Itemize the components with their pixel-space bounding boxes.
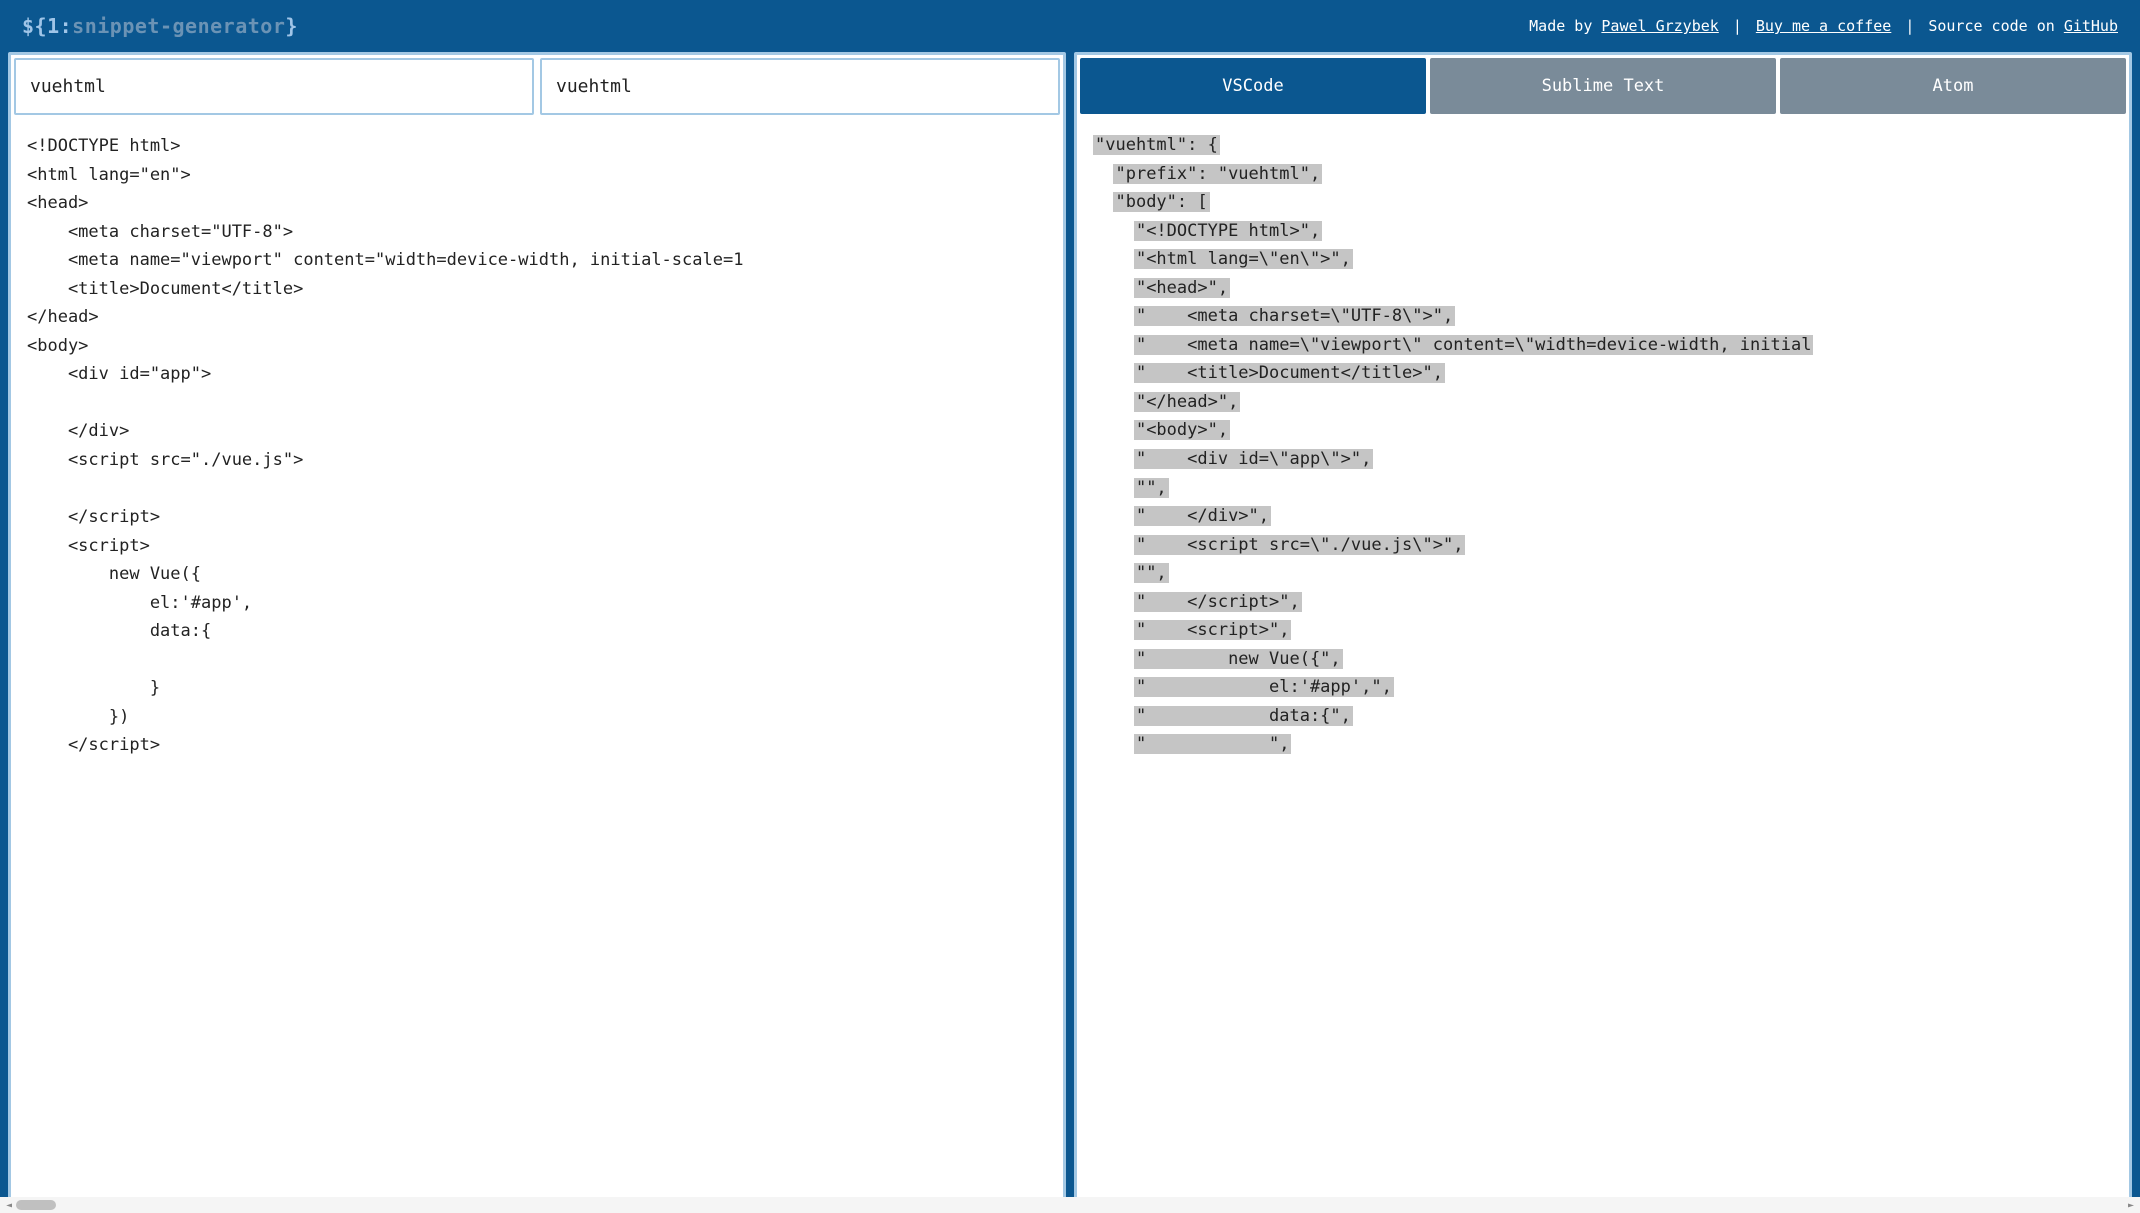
- output-token: "vuehtml": {: [1093, 135, 1220, 155]
- output-token: "prefix": "vuehtml",: [1113, 164, 1322, 184]
- output-token: " el:'#app',",: [1134, 677, 1394, 697]
- main-container: VSCode Sublime Text Atom "vuehtml": { "p…: [0, 52, 2140, 1213]
- logo-main: snippet-generator: [72, 14, 285, 38]
- output-token: " </script>",: [1134, 592, 1302, 612]
- output-token: " <title>Document</title>",: [1134, 363, 1445, 383]
- logo-prefix: ${1:: [22, 14, 72, 38]
- output-token: "<body>",: [1134, 420, 1230, 440]
- output-code[interactable]: "vuehtml": { "prefix": "vuehtml", "body"…: [1077, 117, 2129, 1202]
- input-panel: [8, 52, 1066, 1205]
- output-token: " </div>",: [1134, 506, 1271, 526]
- logo-suffix: }: [285, 14, 298, 38]
- tab-atom[interactable]: Atom: [1780, 58, 2126, 114]
- snippet-textarea[interactable]: [11, 118, 1063, 1202]
- logo: ${1:snippet-generator}: [22, 14, 298, 38]
- made-by-text: Made by: [1529, 17, 1601, 35]
- output-token: "body": [: [1113, 192, 1209, 212]
- output-token: " <div id=\"app\">",: [1134, 449, 1373, 469]
- output-token: "</head>",: [1134, 392, 1240, 412]
- tab-sublime[interactable]: Sublime Text: [1430, 58, 1776, 114]
- app-root: ${1:snippet-generator} Made by Pawel Grz…: [0, 0, 2140, 1213]
- input-panel-header: [11, 55, 1063, 118]
- header-links: Made by Pawel Grzybek | Buy me a coffee …: [1529, 17, 2118, 35]
- output-token: "",: [1134, 563, 1169, 583]
- scroll-right-arrow-icon[interactable]: ►: [2128, 1200, 2134, 1211]
- output-token: "<!DOCTYPE html>",: [1134, 221, 1322, 241]
- source-text: Source code on: [1928, 17, 2063, 35]
- author-link[interactable]: Pawel Grzybek: [1601, 17, 1718, 35]
- output-token: " <meta name=\"viewport\" content=\"widt…: [1134, 335, 1814, 355]
- output-panel: VSCode Sublime Text Atom "vuehtml": { "p…: [1074, 52, 2132, 1205]
- github-link[interactable]: GitHub: [2064, 17, 2118, 35]
- description-input[interactable]: [14, 58, 534, 115]
- made-by-group: Made by Pawel Grzybek: [1529, 17, 1719, 35]
- output-token: " <meta charset=\"UTF-8\">",: [1134, 306, 1455, 326]
- output-token: "<head>",: [1134, 278, 1230, 298]
- coffee-link[interactable]: Buy me a coffee: [1756, 17, 1891, 35]
- output-token: " <script src=\"./vue.js\">",: [1134, 535, 1466, 555]
- tab-row: VSCode Sublime Text Atom: [1077, 55, 2129, 117]
- output-token: " <script>",: [1134, 620, 1292, 640]
- source-group: Source code on GitHub: [1928, 17, 2118, 35]
- header: ${1:snippet-generator} Made by Pawel Grz…: [0, 0, 2140, 52]
- scrollbar-thumb[interactable]: [16, 1200, 56, 1210]
- tab-trigger-input[interactable]: [540, 58, 1060, 115]
- output-token: " ",: [1134, 734, 1292, 754]
- tab-vscode[interactable]: VSCode: [1080, 58, 1426, 114]
- output-token: " new Vue({",: [1134, 649, 1343, 669]
- output-token: "",: [1134, 478, 1169, 498]
- scroll-left-arrow-icon[interactable]: ◄: [6, 1200, 12, 1211]
- horizontal-scrollbar[interactable]: ◄ ►: [0, 1197, 2140, 1213]
- separator: |: [1905, 17, 1914, 35]
- output-token: " data:{",: [1134, 706, 1353, 726]
- separator: |: [1733, 17, 1742, 35]
- output-token: "<html lang=\"en\">",: [1134, 249, 1353, 269]
